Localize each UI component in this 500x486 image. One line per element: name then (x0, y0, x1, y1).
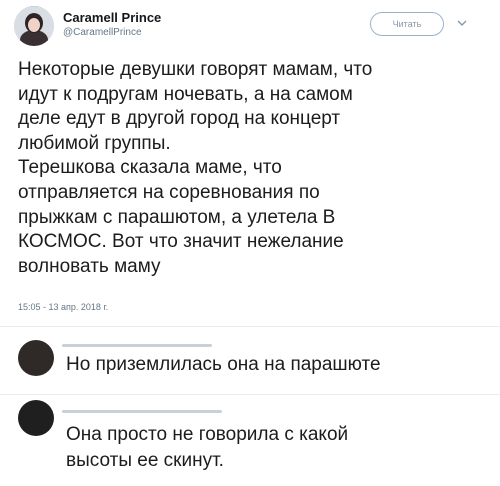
reply-avatar[interactable] (18, 340, 54, 376)
author-name[interactable]: Caramell Prince (63, 10, 161, 25)
divider (0, 394, 500, 395)
reply-text: Она просто не говорила с какой высоты ее… (66, 424, 349, 471)
author-handle[interactable]: @CaramellPrince (63, 27, 142, 38)
reply-author-name (62, 410, 222, 413)
follow-button[interactable]: Читать (370, 12, 444, 36)
reply-1: Но приземлилась она на парашюте (0, 330, 500, 392)
tweet-timestamp[interactable]: 15:05 - 13 апр. 2018 г. (18, 302, 108, 312)
reply-2: Она просто не говорила с какой высоты ее… (0, 398, 500, 486)
tweet: Caramell Prince @CaramellPrince Читать Н… (0, 0, 500, 323)
chevron-down-icon[interactable] (455, 16, 469, 30)
reply-text: Но приземлилась она на парашюте (66, 354, 381, 375)
divider (0, 326, 500, 327)
author-avatar[interactable] (14, 6, 54, 46)
reply-avatar[interactable] (18, 400, 54, 436)
tweet-text: Некоторые девушки говорят мамам, что иду… (18, 59, 373, 277)
reply-author-name (62, 344, 212, 347)
